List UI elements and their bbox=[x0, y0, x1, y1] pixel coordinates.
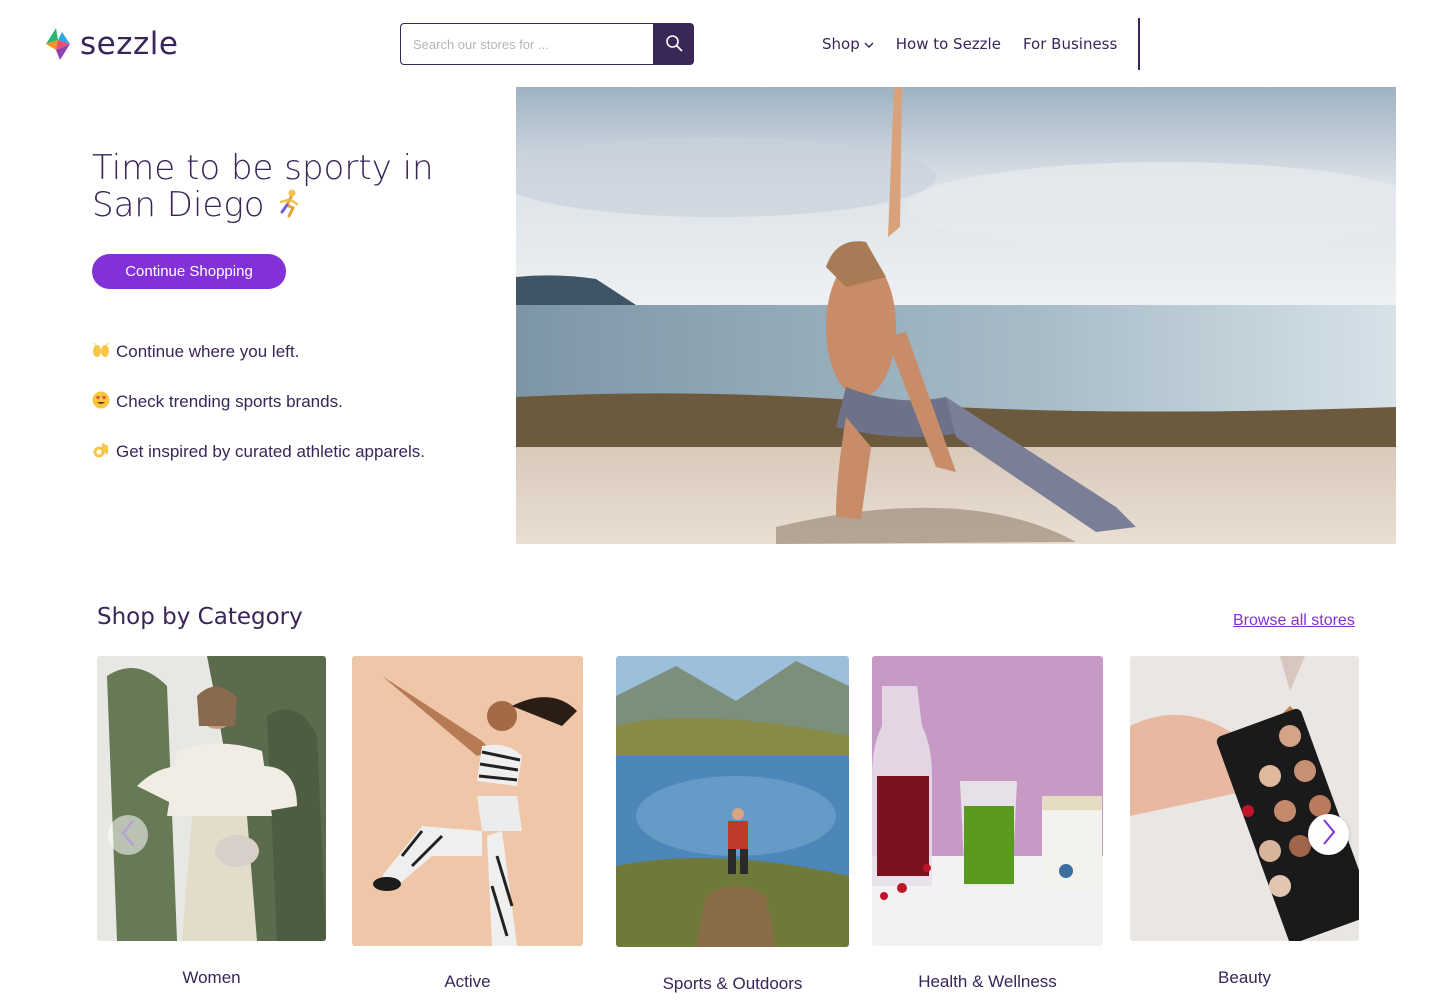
chevron-left-icon bbox=[120, 819, 136, 852]
ok-hand-emoji-icon bbox=[91, 440, 111, 465]
bullet-text: Check trending sports brands. bbox=[116, 392, 343, 411]
runner-emoji-icon bbox=[275, 188, 305, 226]
nav-shop-label: Shop bbox=[822, 35, 860, 53]
bullet-item: Check trending sports brands. bbox=[91, 390, 425, 414]
category-label: Health & Wellness bbox=[918, 972, 1057, 991]
chevron-right-icon bbox=[1321, 818, 1337, 851]
bullet-text: Get inspired by curated athletic apparel… bbox=[116, 442, 426, 461]
search-icon bbox=[665, 34, 683, 55]
nav-shop[interactable]: Shop bbox=[822, 35, 874, 53]
carousel-prev-button[interactable] bbox=[108, 815, 148, 855]
browse-all-stores-link[interactable]: Browse all stores bbox=[1233, 612, 1355, 630]
main-nav: Shop How to Sezzle For Business bbox=[822, 32, 1139, 56]
category-label: Active bbox=[444, 972, 491, 991]
category-card-health-wellness[interactable]: Health & Wellness bbox=[872, 656, 1103, 994]
sezzle-logo-icon bbox=[42, 26, 74, 62]
bullet-item: Get inspired by curated athletic apparel… bbox=[91, 440, 425, 464]
category-label: Women bbox=[182, 968, 241, 987]
bullet-text: Continue where you left. bbox=[116, 342, 300, 361]
category-label: Beauty bbox=[1218, 968, 1271, 987]
category-card-sports-outdoors[interactable]: Sports & Outdoors bbox=[616, 656, 849, 996]
nav-divider bbox=[1138, 18, 1140, 70]
nav-for-business[interactable]: For Business bbox=[1023, 35, 1117, 53]
hero-bullets: Continue where you left. Check trending … bbox=[91, 340, 425, 490]
category-label: Sports & Outdoors bbox=[662, 974, 803, 993]
category-card-active[interactable]: Active bbox=[352, 656, 583, 994]
carousel-next-button[interactable] bbox=[1308, 814, 1349, 855]
category-image-sports-outdoors bbox=[616, 656, 849, 947]
category-image-health-wellness bbox=[872, 656, 1103, 946]
search-input[interactable] bbox=[400, 23, 653, 65]
category-image-active bbox=[352, 656, 583, 946]
brand-name: sezzle bbox=[80, 26, 179, 62]
chevron-down-icon bbox=[864, 35, 874, 53]
section-title: Shop by Category bbox=[97, 604, 303, 630]
category-image-women bbox=[97, 656, 326, 941]
nav-how-to-sezzle[interactable]: How to Sezzle bbox=[896, 35, 1001, 53]
category-image-beauty bbox=[1130, 656, 1359, 941]
continue-shopping-button[interactable]: Continue Shopping bbox=[92, 254, 286, 289]
hero-image-yoga-beach bbox=[516, 87, 1396, 544]
raised-hands-emoji-icon bbox=[91, 340, 111, 365]
sezzle-logo[interactable]: sezzle bbox=[42, 26, 178, 62]
search-button[interactable] bbox=[653, 23, 694, 65]
bullet-item: Continue where you left. bbox=[91, 340, 425, 364]
hero-title: Time to be sporty in San Diego bbox=[92, 148, 434, 226]
search-bar bbox=[400, 23, 694, 65]
heart-eyes-emoji-icon bbox=[91, 390, 111, 415]
